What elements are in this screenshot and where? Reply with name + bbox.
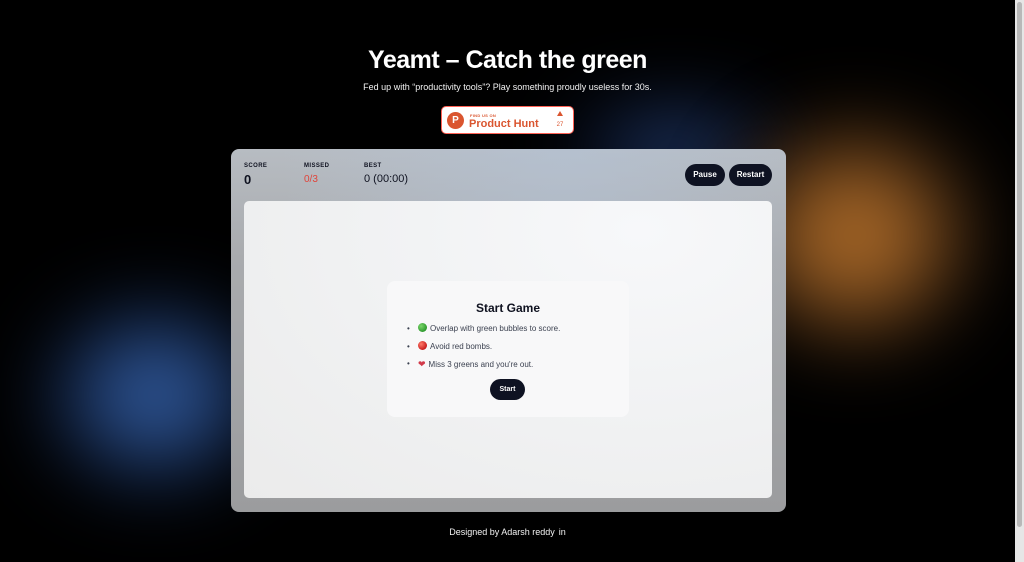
start-game-title: Start Game — [475, 301, 541, 315]
footer-credit: Designed by Adarsh reddy — [449, 527, 555, 537]
bullet-icon: • — [407, 341, 410, 351]
scrollbar[interactable] — [1015, 0, 1024, 562]
page-title: Yeamt – Catch the green — [368, 46, 647, 74]
bullet-icon: • — [407, 324, 410, 333]
restart-button[interactable]: Restart — [729, 164, 772, 186]
score-value: 0 — [244, 172, 252, 187]
green-bubble-icon — [418, 323, 427, 332]
start-game-card: Start Game • Overlap with green bubbles … — [387, 281, 629, 417]
start-button[interactable]: Start — [490, 379, 525, 400]
broken-heart-icon: ❤ — [418, 359, 426, 369]
rule-item: • Overlap with green bubbles to score. — [407, 323, 560, 341]
best-value: 0 (00:00) — [364, 173, 409, 185]
missed-label: MISSED — [304, 163, 330, 169]
rule-text: Avoid red bombs. — [430, 341, 493, 351]
score-label: SCORE — [244, 163, 268, 169]
rule-item: • ❤ Miss 3 greens and you're out. — [407, 358, 560, 376]
upvote-arrow-icon — [557, 111, 563, 116]
product-hunt-name: Product Hunt — [469, 118, 539, 130]
game-panel: SCORE 0 MISSED 0/3 BEST 0 (00:00) Pause … — [231, 149, 786, 512]
rule-item: • Avoid red bombs. — [407, 340, 560, 359]
pause-button[interactable]: Pause — [685, 164, 725, 186]
game-arena[interactable]: Start Game • Overlap with green bubbles … — [244, 201, 772, 498]
rules-list: • Overlap with green bubbles to score. •… — [407, 323, 560, 376]
footer: Designed by Adarsh reddy in — [0, 527, 1015, 537]
red-bomb-icon — [418, 340, 427, 350]
scrollbar-thumb[interactable] — [1017, 2, 1022, 527]
product-hunt-badge[interactable]: P FIND US ON Product Hunt 27 — [441, 106, 574, 134]
rule-text: Miss 3 greens and you're out. — [428, 360, 534, 369]
product-hunt-upvote-count: 27 — [556, 122, 564, 128]
product-hunt-logo-icon: P — [447, 112, 464, 129]
score-stat: SCORE 0 — [244, 163, 267, 187]
best-label: BEST — [364, 163, 382, 169]
best-stat: BEST 0 (00:00) — [364, 163, 408, 185]
missed-stat: MISSED 0/3 — [304, 163, 329, 185]
rule-text: Overlap with green bubbles to score. — [430, 324, 561, 333]
page-subtitle: Fed up with “productivity tools”? Play s… — [363, 82, 652, 92]
missed-value: 0/3 — [304, 174, 318, 185]
linkedin-icon[interactable]: in — [559, 527, 566, 537]
bullet-icon: • — [407, 359, 410, 368]
